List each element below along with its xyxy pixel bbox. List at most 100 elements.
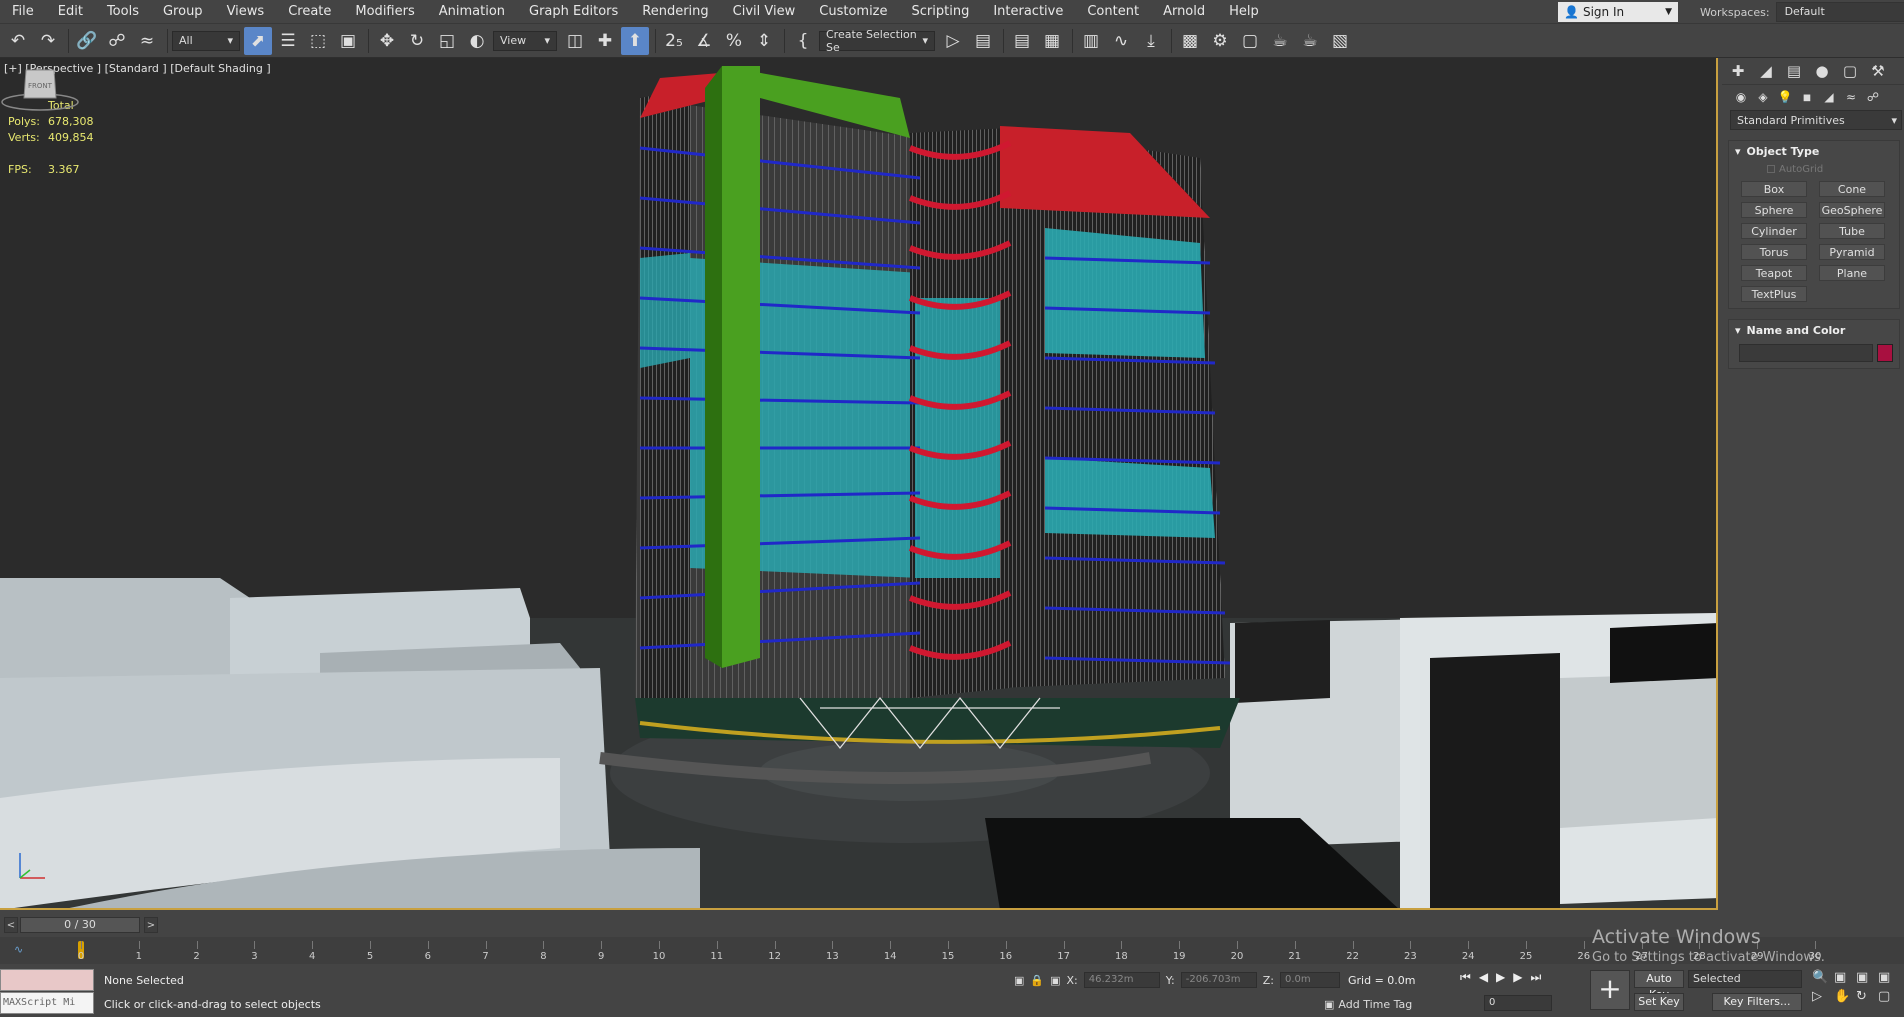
curve-editor-icon[interactable]: ∿	[1107, 27, 1135, 55]
scale-icon[interactable]: ◱	[433, 27, 461, 55]
go-to-end-icon[interactable]: ⏭	[1531, 970, 1542, 985]
toggle-ribbon-icon[interactable]: ▦	[1038, 27, 1066, 55]
set-keys-icon[interactable]: +	[1590, 970, 1630, 1010]
object-color-swatch[interactable]	[1877, 344, 1893, 362]
play-icon[interactable]: ▶	[1496, 970, 1505, 985]
reference-coordinate-dropdown[interactable]: View ▾	[493, 30, 557, 51]
menu-views[interactable]: Views	[215, 0, 277, 24]
lock-icon[interactable]: 🔒	[1030, 974, 1044, 987]
angle-snap-icon[interactable]: ∡	[690, 27, 718, 55]
zoom-extents-icon[interactable]: ▣	[1856, 970, 1876, 985]
next-key-icon[interactable]: ▶	[1513, 970, 1522, 985]
render-production-icon[interactable]: ☕	[1266, 27, 1294, 55]
selection-filter-dropdown[interactable]: All ▾	[172, 30, 240, 51]
perspective-viewport[interactable]: [+] [Perspective ] [Standard ] [Default …	[0, 58, 1718, 910]
field-of-view-icon[interactable]: ▷	[1812, 989, 1832, 1004]
menu-arnold[interactable]: Arnold	[1151, 0, 1217, 24]
maxscript-listener-output[interactable]	[0, 969, 94, 991]
unlink-icon[interactable]: ☍	[103, 27, 131, 55]
menu-civil-view[interactable]: Civil View	[721, 0, 808, 24]
rendered-frame-window-icon[interactable]: ▢	[1236, 27, 1264, 55]
y-coordinate-field[interactable]: -206.703m	[1180, 972, 1257, 988]
snaps-toggle-icon[interactable]: 2₅	[660, 27, 688, 55]
select-object-icon[interactable]: ⬈	[244, 26, 272, 55]
key-mode-dropdown[interactable]: Selected	[1688, 970, 1802, 988]
previous-key-icon[interactable]: ◀	[1479, 970, 1488, 985]
rotate-icon[interactable]: ↻	[403, 27, 431, 55]
schematic-view-icon[interactable]: ⤓	[1137, 27, 1165, 55]
select-by-name-icon[interactable]: ☰	[274, 27, 302, 55]
key-filters-button[interactable]: Key Filters...	[1712, 993, 1802, 1011]
menu-file[interactable]: File	[0, 0, 46, 24]
bind-space-warp-icon[interactable]: ≈	[133, 27, 161, 55]
lights-icon[interactable]: 💡	[1776, 90, 1794, 104]
torus-button[interactable]: Torus	[1741, 244, 1807, 260]
primitive-category-dropdown[interactable]: Standard Primitives ▾	[1730, 110, 1902, 130]
teapot-button[interactable]: Teapot	[1741, 265, 1807, 281]
hierarchy-tab-icon[interactable]: ▤	[1782, 62, 1806, 80]
zoom-all-icon[interactable]: ▣	[1834, 970, 1854, 985]
render-online-icon[interactable]: ▧	[1326, 27, 1354, 55]
cylinder-button[interactable]: Cylinder	[1741, 223, 1807, 239]
geometry-icon[interactable]: ◉	[1732, 90, 1750, 104]
menu-create[interactable]: Create	[276, 0, 343, 24]
menu-scripting[interactable]: Scripting	[900, 0, 982, 24]
isolate-icon[interactable]: ▣	[1014, 974, 1024, 987]
plane-button[interactable]: Plane	[1819, 265, 1885, 281]
x-coordinate-field[interactable]: 46.232m	[1083, 972, 1160, 988]
keyboard-shortcut-override-icon[interactable]: ⬆	[621, 26, 649, 55]
zoom-icon[interactable]: 🔍	[1812, 970, 1832, 985]
next-frame-icon[interactable]: >	[144, 917, 158, 933]
absolute-mode-icon[interactable]: ▣	[1050, 974, 1060, 987]
render-setup-icon[interactable]: ⚙	[1206, 27, 1234, 55]
name-and-color-header[interactable]: ▾ Name and Color	[1729, 320, 1899, 340]
time-slider-thumb[interactable]: 0 / 30	[20, 917, 140, 933]
menu-graph-editors[interactable]: Graph Editors	[517, 0, 630, 24]
display-tab-icon[interactable]: ▢	[1838, 62, 1862, 80]
tube-button[interactable]: Tube	[1819, 223, 1885, 239]
menu-group[interactable]: Group	[151, 0, 215, 24]
undo-icon[interactable]: ↶	[4, 27, 32, 55]
z-coordinate-field[interactable]: 0.0m	[1279, 972, 1340, 988]
sign-in-button[interactable]: 👤 Sign In ▼	[1558, 2, 1678, 22]
box-button[interactable]: Box	[1741, 181, 1807, 197]
mirror-icon[interactable]: ▷	[939, 27, 967, 55]
maximize-viewport-icon[interactable]: ▢	[1878, 989, 1898, 1004]
menu-interactive[interactable]: Interactive	[981, 0, 1075, 24]
align-icon[interactable]: ▤	[969, 27, 997, 55]
render-iterative-icon[interactable]: ☕	[1296, 27, 1324, 55]
previous-frame-icon[interactable]: <	[4, 917, 18, 933]
viewcube[interactable]: FRONT	[0, 58, 80, 118]
zoom-extents-all-icon[interactable]: ▣	[1878, 970, 1898, 985]
maxscript-mini-listener[interactable]: MAXScript Mi	[0, 992, 94, 1014]
go-to-start-icon[interactable]: ⏮	[1460, 970, 1471, 985]
object-name-field[interactable]	[1739, 344, 1873, 362]
shapes-icon[interactable]: ◈	[1754, 90, 1772, 104]
redo-icon[interactable]: ↷	[34, 27, 62, 55]
select-manipulate-icon[interactable]: ✚	[591, 27, 619, 55]
sphere-button[interactable]: Sphere	[1741, 202, 1807, 218]
cone-button[interactable]: Cone	[1819, 181, 1885, 197]
move-icon[interactable]: ✥	[373, 27, 401, 55]
utilities-tab-icon[interactable]: ⚒	[1866, 62, 1890, 80]
modify-tab-icon[interactable]: ◢	[1754, 62, 1778, 80]
workspace-dropdown[interactable]: Default	[1775, 2, 1904, 22]
pyramid-button[interactable]: Pyramid	[1819, 244, 1885, 260]
menu-content[interactable]: Content	[1075, 0, 1151, 24]
autogrid-checkbox[interactable]: AutoGrid	[1729, 161, 1899, 177]
space-warps-icon[interactable]: ≈	[1842, 90, 1860, 104]
link-icon[interactable]: 🔗	[73, 27, 101, 55]
add-time-tag-button[interactable]: ▣ Add Time Tag	[1324, 998, 1412, 1011]
mini-curve-editor-icon[interactable]: ∿	[14, 943, 23, 956]
spinner-snap-icon[interactable]: ⇕	[750, 27, 778, 55]
material-editor-icon[interactable]: ▩	[1176, 27, 1204, 55]
pan-icon[interactable]: ✋	[1834, 989, 1854, 1004]
menu-edit[interactable]: Edit	[46, 0, 95, 24]
window-crossing-icon[interactable]: ▣	[334, 27, 362, 55]
geosphere-button[interactable]: GeoSphere	[1819, 202, 1885, 218]
object-type-header[interactable]: ▾ Object Type	[1729, 141, 1899, 161]
edit-named-selection-icon[interactable]: {	[789, 27, 817, 55]
cameras-icon[interactable]: ◾	[1798, 90, 1816, 104]
orbit-icon[interactable]: ↻	[1856, 989, 1876, 1004]
create-tab-icon[interactable]: ✚	[1726, 62, 1750, 80]
